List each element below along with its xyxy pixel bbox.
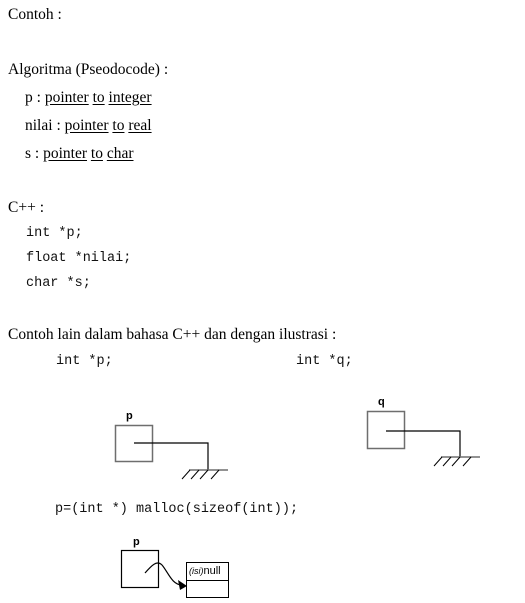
null-link-line	[386, 430, 461, 457]
pointer-box-q	[366, 410, 406, 450]
null-link-line	[134, 442, 209, 470]
label-p2: p	[133, 536, 140, 548]
node-content-prefix: (isi)	[189, 566, 204, 576]
node-content-value: null	[203, 565, 221, 577]
malloc-code: p=(int *) malloc(sizeof(int));	[55, 502, 299, 517]
memory-node-content: (isi)null	[189, 565, 221, 577]
ground-icon	[433, 456, 472, 467]
arrowhead-icon	[178, 580, 187, 590]
pointer-q-null-diagram	[366, 410, 480, 467]
label-p: p	[126, 410, 133, 422]
label-q: q	[378, 396, 385, 408]
pointer-p-null-diagram	[114, 424, 228, 480]
pointer-box-p2	[120, 549, 160, 589]
pointer-arrow-curve	[144, 562, 183, 586]
ground-icon	[181, 469, 220, 480]
